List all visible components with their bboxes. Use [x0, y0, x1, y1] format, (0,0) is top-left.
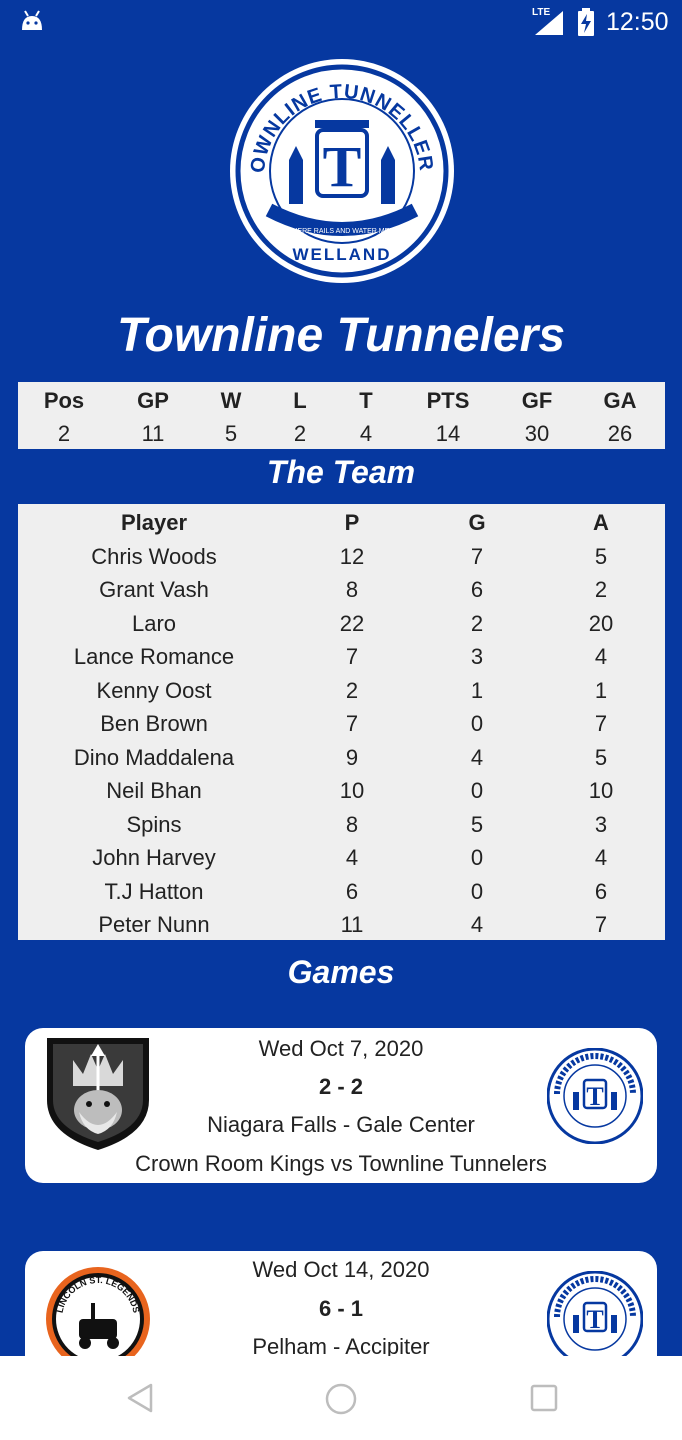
- standings-value-gp: 11: [141, 421, 165, 446]
- back-icon[interactable]: [125, 1382, 155, 1414]
- roster-cell-points: 6: [345, 878, 359, 904]
- svg-text:T: T: [323, 134, 362, 199]
- roster-cell-player-name: T.J Hatton: [104, 878, 204, 904]
- roster-cell-assists: 7: [594, 912, 608, 937]
- roster-cell-assists: 3: [594, 811, 608, 837]
- roster-header-assists: A: [593, 510, 609, 535]
- roster-cell-player-name: Neil Bhan: [106, 778, 202, 803]
- roster-cell-goals: 4: [470, 912, 484, 937]
- game-matchup: Crown Room Kings vs Townline Tunnelers: [135, 1151, 547, 1176]
- roster-cell-assists: 4: [594, 845, 608, 870]
- standings-header-pts: PTS: [426, 388, 470, 413]
- team-logo: TOWNLINE TUNNELLERS T WHERE RAILS AND WA…: [229, 58, 454, 283]
- roster-cell-assists: 1: [594, 677, 608, 703]
- roster-section-title: The Team: [266, 454, 416, 490]
- status-bar: LTE 12:50: [0, 0, 682, 44]
- roster-cell-player-name: Chris Woods: [91, 543, 217, 569]
- roster-cell-points: 7: [345, 711, 359, 736]
- games-section-title: Games: [287, 954, 395, 990]
- roster-cell-player-name: Lance Romance: [73, 644, 235, 669]
- roster-header-player-name: Player: [120, 510, 188, 535]
- roster-cell-goals: 4: [470, 744, 484, 770]
- roster-cell-assists: 7: [594, 711, 608, 736]
- navigation-bar: [0, 1356, 682, 1440]
- team-name: Townline Tunnelers: [116, 309, 566, 362]
- roster-cell-assists: 10: [588, 778, 614, 803]
- standings-value-pts: 14: [435, 421, 461, 446]
- standings-value-ga: 26: [607, 421, 633, 446]
- roster-cell-player-name: Peter Nunn: [98, 912, 210, 937]
- svg-text:WELLAND: WELLAND: [293, 245, 392, 264]
- roster-cell-player-name: Laro: [131, 610, 177, 636]
- team-logo-small: T: [547, 1271, 643, 1367]
- roster-cell-player-name: Spins: [126, 811, 182, 837]
- roster-cell-goals: 1: [470, 677, 484, 703]
- standings-header-pos: Pos: [43, 388, 85, 413]
- roster-cell-player-name: Kenny Oost: [96, 677, 212, 703]
- roster-cell-assists: 4: [594, 644, 608, 669]
- roster-cell-player-name: Dino Maddalena: [73, 744, 235, 770]
- standings-header-gp: GP: [137, 388, 169, 413]
- standings-header-ga: GA: [603, 388, 637, 413]
- roster-cell-player-name: Ben Brown: [100, 711, 208, 736]
- svg-text:WHERE RAILS AND WATER MEET: WHERE RAILS AND WATER MEET: [286, 228, 399, 235]
- standings-value-pos: 2: [57, 421, 71, 446]
- standings-header-t: T: [359, 388, 373, 413]
- roster-header-points: P: [344, 510, 360, 535]
- roster-cell-points: 22: [339, 610, 365, 636]
- home-icon[interactable]: [324, 1382, 358, 1416]
- standings-value-gf: 30: [524, 421, 550, 446]
- roster-header-goals: G: [468, 510, 486, 535]
- roster-cell-player-name: Grant Vash: [99, 577, 209, 602]
- roster-cell-points: 12: [339, 543, 365, 569]
- roster-cell-points: 11: [340, 912, 364, 937]
- standings-value-t: 4: [359, 421, 373, 446]
- roster-cell-points: 8: [345, 577, 359, 602]
- roster-cell-assists: 6: [594, 878, 608, 904]
- roster-cell-assists: 5: [594, 543, 608, 569]
- roster-cell-goals: 6: [470, 577, 484, 602]
- roster-cell-goals: 7: [470, 543, 484, 569]
- roster-cell-goals: 0: [470, 845, 484, 870]
- roster-cell-points: 4: [345, 845, 359, 870]
- svg-text:T: T: [586, 1305, 603, 1334]
- roster-cell-points: 10: [339, 778, 365, 803]
- roster-cell-goals: 0: [470, 878, 484, 904]
- roster-cell-goals: 0: [470, 711, 484, 736]
- battery-charging-icon: [578, 8, 594, 36]
- svg-text:T: T: [586, 1082, 603, 1111]
- android-icon: [22, 10, 42, 30]
- roster-cell-assists: 20: [588, 610, 614, 636]
- standings-header-gf: GF: [521, 388, 553, 413]
- signal-icon: [535, 11, 563, 35]
- roster-cell-goals: 5: [470, 811, 484, 837]
- standings-header-w: W: [220, 388, 242, 413]
- recents-icon[interactable]: [530, 1384, 558, 1412]
- standings-value-w: 5: [224, 421, 238, 446]
- standings-table: Pos GP W L T PTS GF GA 2 11 5 2 4 14 30 …: [18, 382, 665, 449]
- roster-cell-points: 8: [345, 811, 359, 837]
- roster-cell-assists: 2: [594, 577, 608, 602]
- roster-cell-goals: 0: [470, 778, 484, 803]
- team-logo-small: T: [547, 1048, 643, 1144]
- roster-cell-goals: 2: [470, 610, 484, 636]
- roster-cell-points: 9: [345, 744, 359, 770]
- clock: 12:50: [606, 8, 669, 36]
- roster-cell-points: 2: [345, 677, 359, 703]
- roster-cell-assists: 5: [594, 744, 608, 770]
- game-card[interactable]: Wed Oct 7, 2020 2 - 2 Niagara Falls - Ga…: [25, 1028, 657, 1183]
- roster-table: Player P G A Chris Woods 12 7 5 Grant Vash 8 6 2 Lar…: [18, 504, 665, 940]
- roster-cell-goals: 3: [470, 644, 484, 669]
- roster-cell-points: 7: [345, 644, 359, 669]
- roster-cell-player-name: John Harvey: [92, 845, 216, 870]
